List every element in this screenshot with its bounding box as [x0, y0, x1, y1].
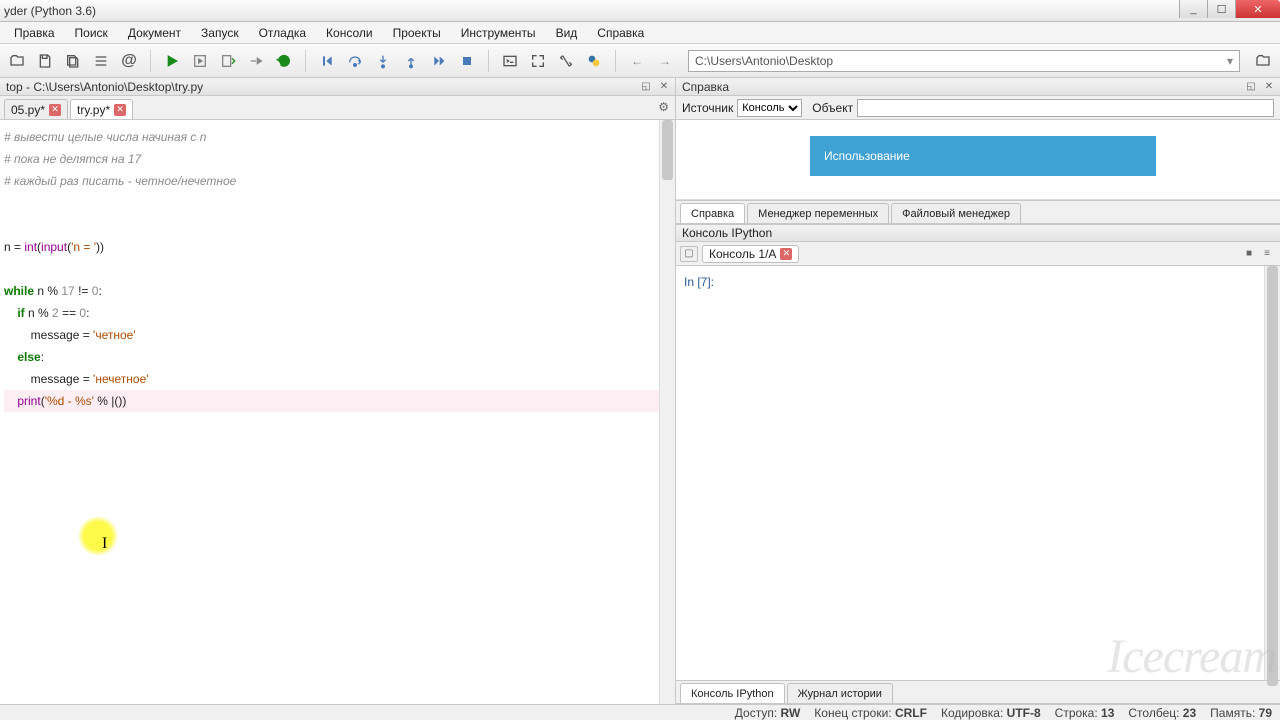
window-titlebar: yder (Python 3.6) _ ☐ ✕ — [0, 0, 1280, 22]
open-file-icon[interactable] — [6, 50, 28, 72]
source-select[interactable]: Консоль — [737, 99, 802, 117]
undock-icon[interactable]: ◱ — [639, 80, 653, 94]
console-scrollbar[interactable] — [1264, 266, 1280, 680]
menu-Запуск[interactable]: Запуск — [193, 24, 247, 42]
usage-header: Использование — [810, 136, 1156, 176]
nav-fwd-icon[interactable]: → — [654, 50, 676, 72]
undock-help-icon[interactable]: ◱ — [1244, 80, 1258, 94]
close-help-icon[interactable]: ✕ — [1262, 80, 1276, 94]
editor-pane-title: top - C:\Users\Antonio\Desktop\try.py ◱ … — [0, 78, 675, 96]
object-label: Объект — [812, 101, 853, 115]
menu-Правка[interactable]: Правка — [6, 24, 63, 42]
debug-stop-icon[interactable] — [456, 50, 478, 72]
console-prompt: In [7]: — [684, 275, 714, 289]
close-tab-icon[interactable]: ✕ — [114, 104, 126, 116]
click-highlight — [78, 516, 118, 556]
console-tab[interactable]: Консоль 1/A ✕ — [702, 245, 799, 263]
statusbar: Доступ: RW Конец строки: CRLF Кодировка:… — [0, 704, 1280, 720]
close-window-button[interactable]: ✕ — [1235, 0, 1280, 18]
ipython-console[interactable]: In [7]: Icecream — [676, 266, 1280, 680]
console-stop-icon[interactable]: ■ — [1242, 247, 1256, 261]
close-tab-icon[interactable]: ✕ — [49, 104, 61, 116]
help-tab[interactable]: Файловый менеджер — [891, 203, 1021, 223]
at-icon[interactable]: @ — [118, 50, 140, 72]
menu-Поиск[interactable]: Поиск — [67, 24, 116, 42]
run-icon[interactable] — [161, 50, 183, 72]
console-bottom-tab[interactable]: Журнал истории — [787, 683, 893, 703]
debug-continue-icon[interactable] — [428, 50, 450, 72]
help-pane-title: Справка ◱ ✕ — [676, 78, 1280, 96]
source-label: Источник — [682, 101, 733, 115]
help-toolbar: Источник Консоль Объект — [676, 96, 1280, 120]
help-tab[interactable]: Справка — [680, 203, 745, 223]
editor-tabstrip: 05.py*✕try.py*✕ ⚙ — [0, 96, 675, 120]
browse-folder-icon[interactable] — [1252, 50, 1274, 72]
console-options-icon[interactable]: ≡ — [1260, 247, 1274, 261]
watermark: Icecream — [1107, 629, 1276, 684]
menu-Вид[interactable]: Вид — [548, 24, 586, 42]
save-file-icon[interactable] — [34, 50, 56, 72]
run-cell-icon[interactable] — [189, 50, 211, 72]
ipython-pane-title: Консоль IPython — [676, 224, 1280, 242]
editor-scrollbar[interactable] — [659, 120, 675, 704]
menu-Документ[interactable]: Документ — [120, 24, 189, 42]
code-editor[interactable]: # вывести целые числа начиная с n# пока … — [0, 120, 675, 704]
debug-start-icon[interactable] — [316, 50, 338, 72]
main-toolbar: @ ← → C:\Users\Antonio\Desktop▾ — [0, 44, 1280, 78]
menubar: ПравкаПоискДокументЗапускОтладкаКонсолиП… — [0, 22, 1280, 44]
terminal-icon[interactable] — [499, 50, 521, 72]
text-cursor-icon: I — [102, 533, 107, 555]
console-tabstrip: ▢ Консоль 1/A ✕ ■ ≡ — [676, 242, 1280, 266]
console-bottom-tab[interactable]: Консоль IPython — [680, 683, 785, 703]
list-icon[interactable] — [90, 50, 112, 72]
python-path-icon[interactable] — [583, 50, 605, 72]
help-subtabs: СправкаМенеджер переменныхФайловый менед… — [676, 200, 1280, 224]
nav-back-icon[interactable]: ← — [626, 50, 648, 72]
close-console-icon[interactable]: ✕ — [780, 248, 792, 260]
debug-step-out-icon[interactable] — [400, 50, 422, 72]
object-input[interactable] — [857, 99, 1274, 117]
run-cell-advance-icon[interactable] — [217, 50, 239, 72]
new-console-icon[interactable]: ▢ — [680, 246, 698, 262]
close-pane-icon[interactable]: ✕ — [657, 80, 671, 94]
maximize-pane-icon[interactable] — [527, 50, 549, 72]
menu-Инструменты[interactable]: Инструменты — [453, 24, 544, 42]
debug-step-in-icon[interactable] — [372, 50, 394, 72]
run-selection-icon[interactable] — [245, 50, 267, 72]
console-bottom-tabs: Консоль IPythonЖурнал истории — [676, 680, 1280, 704]
menu-Проекты[interactable]: Проекты — [385, 24, 449, 42]
help-content: Использование — [676, 120, 1280, 200]
menu-Отладка[interactable]: Отладка — [251, 24, 314, 42]
window-title: yder (Python 3.6) — [4, 4, 96, 18]
menu-Справка[interactable]: Справка — [589, 24, 652, 42]
editor-tab[interactable]: 05.py*✕ — [4, 99, 68, 119]
working-dir-field[interactable]: C:\Users\Antonio\Desktop▾ — [688, 50, 1240, 72]
maximize-button[interactable]: ☐ — [1207, 0, 1235, 18]
minimize-button[interactable]: _ — [1179, 0, 1207, 18]
menu-Консоли[interactable]: Консоли — [318, 24, 381, 42]
tab-options-icon[interactable]: ⚙ — [658, 100, 669, 114]
rerun-icon[interactable] — [273, 50, 295, 72]
save-all-icon[interactable] — [62, 50, 84, 72]
editor-tab[interactable]: try.py*✕ — [70, 99, 133, 119]
preferences-icon[interactable] — [555, 50, 577, 72]
help-tab[interactable]: Менеджер переменных — [747, 203, 889, 223]
debug-step-over-icon[interactable] — [344, 50, 366, 72]
